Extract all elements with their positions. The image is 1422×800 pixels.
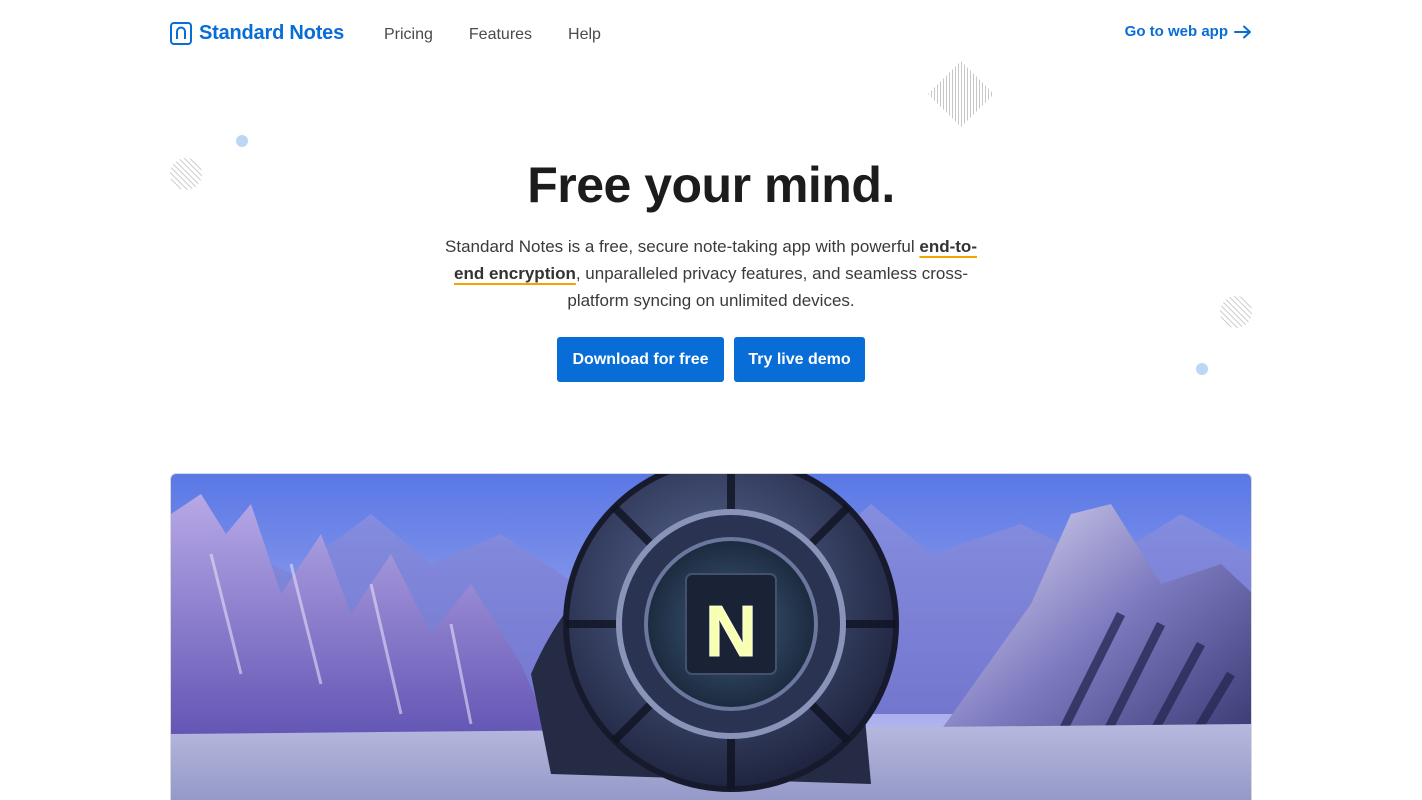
emblem-letter: N (705, 592, 757, 672)
go-to-web-app-label: Go to web app (1124, 23, 1228, 40)
hero-title: Free your mind. (527, 157, 895, 213)
hero-illustration: N (170, 473, 1252, 800)
hero-description: Standard Notes is a free, secure note-ta… (445, 233, 977, 314)
dot-decoration (1196, 363, 1208, 375)
hero-text-before: Standard Notes is a free, secure note-ta… (445, 237, 920, 256)
brand-name: Standard Notes (199, 22, 345, 44)
try-live-demo-button[interactable]: Try live demo (734, 337, 865, 382)
site-header: Standard Notes Pricing Features Help Go … (170, 0, 1252, 70)
nav-link-pricing[interactable]: Pricing (384, 26, 433, 44)
download-for-free-button[interactable]: Download for free (557, 337, 724, 382)
nav-link-help[interactable]: Help (568, 26, 601, 44)
arrow-right-icon (1234, 25, 1252, 39)
standard-notes-logo-icon (170, 22, 192, 45)
striped-circle-decoration (1220, 296, 1252, 328)
hero-actions: Download for free Try live demo (557, 337, 865, 382)
dot-decoration (236, 135, 248, 147)
main-nav: Pricing Features Help (384, 26, 601, 44)
brand-logo-link[interactable]: Standard Notes (170, 22, 344, 45)
striped-diamond-decoration (928, 61, 994, 127)
go-to-web-app-link[interactable]: Go to web app (1125, 23, 1252, 40)
nav-link-features[interactable]: Features (469, 26, 532, 44)
hero-text-after: , unparalleled privacy features, and sea… (567, 264, 968, 310)
